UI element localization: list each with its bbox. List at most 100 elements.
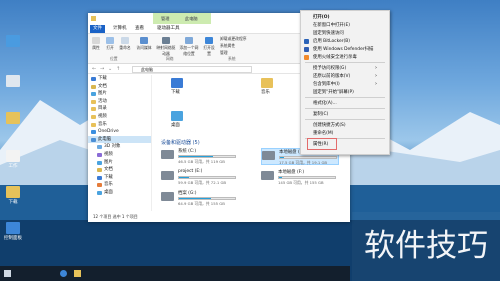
nav-folder-icon <box>91 92 96 97</box>
manage-button[interactable]: 管理 <box>220 50 262 56</box>
explorer-icon[interactable] <box>74 270 81 277</box>
nav-item[interactable]: 桌面 <box>88 189 151 197</box>
tab-view[interactable]: 查看 <box>132 25 147 33</box>
open-settings-button[interactable]: 打开设置 <box>202 37 216 57</box>
drive-icon <box>161 171 174 180</box>
nav-item-label: OneDrive <box>98 129 119 135</box>
menu-item[interactable]: 授予访问权限(G) <box>313 65 377 71</box>
nav-item[interactable]: 3D 对象 <box>88 143 151 151</box>
drive-item[interactable]: project (E:) 59.9 GB 可用，共 72.1 GB <box>161 169 239 186</box>
tab-drive-tools[interactable]: 驱动器工具 <box>154 25 183 33</box>
nav-item[interactable]: OneDrive <box>88 128 151 136</box>
menu-item[interactable]: 包含到库中(I) <box>313 81 376 87</box>
nav-item[interactable]: 音乐 <box>88 121 151 129</box>
browser-icon[interactable] <box>60 270 67 277</box>
nav-item[interactable]: 视频 <box>88 151 151 159</box>
menu-item[interactable]: 固定到"开始"屏幕(P) <box>313 89 354 95</box>
uninstall-button[interactable]: 卸载或更改程序 <box>220 36 262 42</box>
folder-desktop[interactable]: 桌面 <box>171 111 183 128</box>
window-title: 此电脑 <box>185 16 198 21</box>
system-properties-button[interactable]: 系统属性 <box>220 43 262 49</box>
nav-item-label: 下载 <box>104 174 113 180</box>
back-icon[interactable]: ← <box>92 66 96 72</box>
nav-item-label: 目录 <box>98 106 107 112</box>
address-field[interactable]: 此电脑 <box>132 66 252 73</box>
folder-download[interactable]: 下载 <box>171 78 183 95</box>
open-icon <box>106 37 114 44</box>
nav-item[interactable]: 下载 <box>88 75 151 83</box>
menu-item-icon <box>304 55 309 60</box>
desktop-icon-download[interactable]: 下载 <box>2 186 24 205</box>
nav-item[interactable]: 下载 <box>88 174 151 182</box>
nav-folder-icon <box>97 145 102 150</box>
nav-item-label: 音乐 <box>98 121 107 127</box>
drive-name: project (E:) <box>178 169 203 174</box>
menu-item[interactable]: 固定到快速访问 <box>313 30 344 36</box>
tab-computer[interactable]: 计算机 <box>110 25 130 33</box>
drive-usage-fill <box>179 156 214 157</box>
menu-item-icon <box>304 47 309 52</box>
network-drive-icon <box>162 37 170 44</box>
menu-item[interactable]: 使用 Windows Defender扫描 <box>313 46 373 52</box>
rename-button[interactable]: 重命名 <box>118 37 132 51</box>
drive-usage-bar <box>279 156 337 159</box>
start-icon[interactable] <box>4 270 11 277</box>
desktop-icon-folder[interactable] <box>2 112 24 125</box>
nav-item-label: 3D 对象 <box>104 144 121 150</box>
desktop-icon-computer[interactable] <box>2 35 24 48</box>
menu-separator <box>305 97 385 98</box>
menu-item[interactable]: 复制(C) <box>313 111 328 117</box>
menu-item[interactable]: 格式化(A)... <box>313 100 337 106</box>
drive-item[interactable]: 系统 (C:) 46.5 GB 可用，共 119 GB <box>161 148 239 165</box>
folder-music[interactable]: 音乐 <box>261 78 273 95</box>
drive-item[interactable]: 档案 (G:) 64.9 GB 可用，共 155 GB <box>161 190 239 207</box>
map-network-drive-button[interactable]: 映射网络驱动器 <box>156 37 176 57</box>
folder-icon <box>261 78 273 88</box>
menu-item[interactable]: 还原以前的版本(V) <box>313 73 377 79</box>
nav-folder-icon <box>97 160 102 165</box>
menu-item[interactable]: 创建快捷方式(S) <box>313 122 346 128</box>
desktop-icon-work[interactable]: 工作 <box>2 150 24 169</box>
nav-item[interactable]: 视频 <box>88 113 151 121</box>
nav-item[interactable]: 活动 <box>88 98 151 106</box>
context-tab-label: 管理 <box>161 16 170 21</box>
nav-item[interactable]: 目录 <box>88 105 151 113</box>
nav-item-label: 图片 <box>98 91 107 97</box>
add-network-location-button[interactable]: 添加一个网络位置 <box>178 37 200 57</box>
nav-item[interactable]: 此电脑 <box>88 135 151 144</box>
open-button[interactable]: 打开 <box>104 37 116 51</box>
file-icon <box>6 150 20 162</box>
nav-item-label: 此电脑 <box>98 136 112 142</box>
nav-item[interactable]: 音乐 <box>88 181 151 189</box>
menu-item[interactable]: 启用 BitLocker(B) <box>313 38 350 44</box>
menu-separator <box>305 108 385 109</box>
nav-folder-icon <box>97 175 102 180</box>
forward-icon[interactable]: → <box>100 66 104 72</box>
nav-item[interactable]: 文档 <box>88 83 151 91</box>
drive-item[interactable]: 本地磁盘 (F:) 145 GB 可用，共 155 GB <box>261 169 339 186</box>
desktop-icon-recycle[interactable] <box>2 75 24 88</box>
navigation-pane: 下载 文档 图片 活动 目录 视频 音乐 OneDrive 此电脑 3D 对象 视频 图片 文档 下载 音乐… <box>88 75 152 211</box>
drive-icon <box>161 150 174 159</box>
nav-item[interactable]: 图片 <box>88 159 151 167</box>
menu-item[interactable]: 重命名(M) <box>313 130 333 136</box>
nav-item[interactable]: 图片 <box>88 90 151 98</box>
nav-item[interactable]: 文档 <box>88 166 151 174</box>
status-bar: 12 个项目 选中 1 个项目 <box>93 214 138 219</box>
section-devices[interactable]: 设备和驱动器 (5) <box>161 139 200 146</box>
nav-item-label: 文档 <box>104 167 113 173</box>
menu-item[interactable]: 在新窗口中打开(E) <box>313 22 350 28</box>
desktop-icon-control-panel[interactable]: 控制面板 <box>2 222 24 241</box>
up-icon[interactable]: ↑ <box>116 66 120 72</box>
drive-usage-fill <box>280 157 285 158</box>
tab-file[interactable]: 文件 <box>90 25 105 33</box>
drive-size: 46.5 GB 可用，共 119 GB <box>178 159 225 164</box>
access-media-button[interactable]: 访问媒体 <box>136 37 152 51</box>
nav-folder-icon <box>97 152 102 157</box>
menu-item[interactable]: 打开(O) <box>313 14 330 20</box>
nav-item-label: 视频 <box>98 113 107 119</box>
chevron-down-icon[interactable]: ⌄ <box>108 66 112 72</box>
menu-item[interactable]: 使用火绒安全进行杀毒 <box>313 54 357 60</box>
properties-button[interactable]: 属性 <box>90 37 102 51</box>
menu-item-icon <box>304 39 309 44</box>
